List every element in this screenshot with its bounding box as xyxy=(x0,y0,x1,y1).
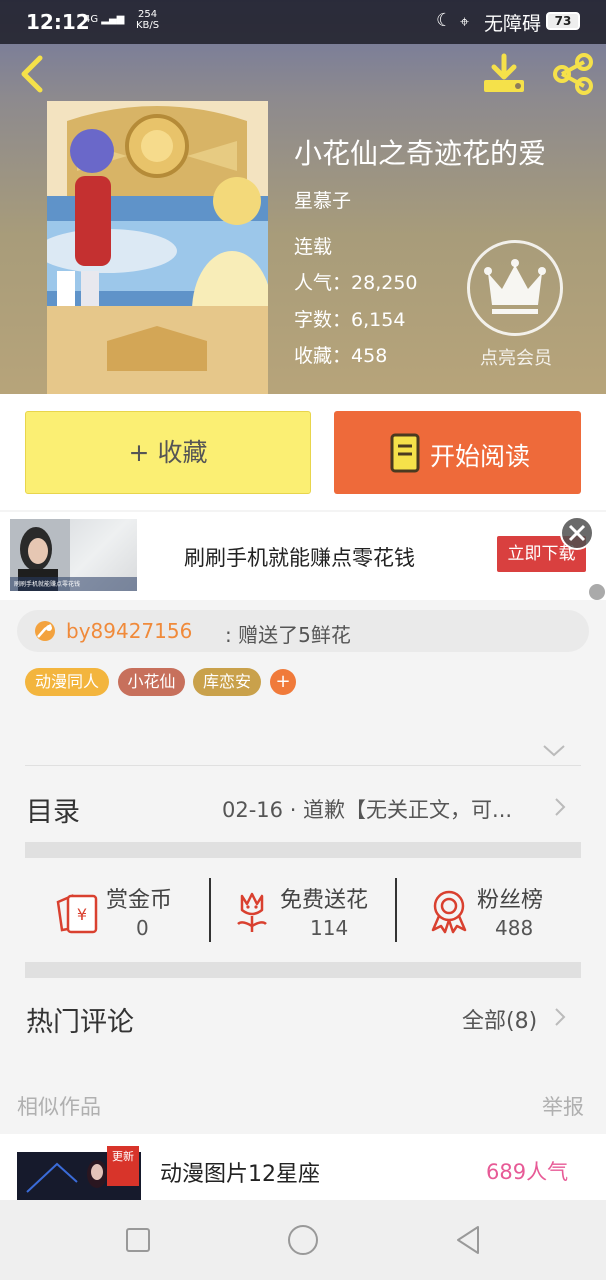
book-title: 小花仙之奇迹花的爱 xyxy=(294,137,547,170)
gift-message: : 赠送了5鲜花 xyxy=(225,623,351,647)
download-button[interactable] xyxy=(480,52,528,96)
free-flowers-value: 114 xyxy=(310,916,349,940)
update-badge: 更新 xyxy=(107,1146,139,1186)
reward-coins-label: 赏金币 xyxy=(106,888,173,913)
gift-username[interactable]: by89427156 xyxy=(66,619,192,643)
stat-value: 458 xyxy=(351,345,388,367)
stat-key: 字数： xyxy=(294,309,352,331)
fan-ranking-label: 粉丝榜 xyxy=(477,888,544,913)
fan-ranking[interactable]: 粉丝榜 488 xyxy=(425,880,575,944)
gift-notice: by89427156 : 赠送了5鲜花 xyxy=(17,610,589,652)
battery-icon: 73 xyxy=(546,12,580,30)
toc-latest-chapter[interactable]: 02-16 · 道歉【无关正文，可... xyxy=(222,794,512,824)
triangle-back-icon xyxy=(457,1226,479,1254)
close-icon xyxy=(568,524,586,542)
toc-label[interactable]: 目录 xyxy=(26,790,80,829)
tag-anime-fanfic[interactable]: 动漫同人 xyxy=(25,668,109,696)
comments-chevron[interactable] xyxy=(550,1005,570,1029)
reward-coins-value: 0 xyxy=(136,916,149,940)
stat-word-count: 字数：6,154 xyxy=(294,305,405,332)
start-reading-label: 开始阅读 xyxy=(430,442,531,471)
download-icon xyxy=(484,53,524,92)
hot-comments-title: 热门评论 xyxy=(26,1007,134,1038)
network-type: 4G xyxy=(84,14,99,25)
expand-chevron[interactable] xyxy=(540,738,568,762)
stat-favorites: 收藏：458 xyxy=(294,341,387,368)
start-reading-button[interactable]: 开始阅读 xyxy=(334,411,581,494)
ad-thumbnail-caption: 刷刷手机就能赚点零花钱 xyxy=(14,581,81,588)
location-icon: ⌖ xyxy=(460,12,470,31)
red-envelope-icon: ¥ xyxy=(56,894,98,934)
speed-value: 254 xyxy=(138,9,158,20)
stat-divider xyxy=(395,878,397,942)
ad-banner[interactable]: 刷刷手机就能赚点零花钱 刷刷手机就能赚点零花钱 立即下载 xyxy=(0,512,606,600)
square-icon xyxy=(126,1228,150,1252)
stat-divider xyxy=(209,878,211,942)
share-button[interactable] xyxy=(550,52,596,96)
flower-icon xyxy=(237,892,267,932)
book-cover[interactable] xyxy=(47,101,268,394)
medal-icon xyxy=(431,890,467,934)
stat-key: 人气： xyxy=(294,272,352,294)
similar-work-popularity: 689人气 xyxy=(486,1160,569,1184)
speed-unit: KB/S xyxy=(136,20,160,31)
similar-work-name: 动漫图片12星座 xyxy=(160,1162,320,1187)
signal-icon: 4G ▂▄▆ xyxy=(84,14,125,25)
ad-thumbnail[interactable]: 刷刷手机就能赚点零花钱 xyxy=(10,519,137,591)
tag-xiaohuaxian[interactable]: 小花仙 xyxy=(118,668,185,696)
cover-illustration xyxy=(47,101,268,394)
ad-info-icon[interactable] xyxy=(589,584,605,600)
stat-key: 收藏： xyxy=(294,345,352,367)
chevron-right-icon xyxy=(555,1008,566,1026)
stat-popularity: 人气：28,250 xyxy=(294,268,418,295)
stat-value: 6,154 xyxy=(351,309,406,331)
free-flowers[interactable]: 免费送花 114 xyxy=(230,880,390,944)
moon-icon: ☾ xyxy=(436,10,453,31)
report-link[interactable]: 举报 xyxy=(542,1091,584,1121)
vip-button[interactable] xyxy=(467,240,563,336)
back-nav-button[interactable] xyxy=(450,1222,486,1258)
system-nav-bar xyxy=(0,1200,606,1280)
divider xyxy=(25,765,581,766)
add-tag-button[interactable]: + xyxy=(270,669,296,695)
back-button[interactable] xyxy=(14,52,54,96)
free-flowers-label: 免费送花 xyxy=(280,888,369,913)
section-divider xyxy=(25,962,581,978)
book-header: 12:12 4G ▂▄▆ 254 KB/S ☾ ⌖ 无障碍 73 小花仙之奇迹花… xyxy=(0,0,606,394)
network-speed: 254 KB/S xyxy=(136,9,159,31)
recents-button[interactable] xyxy=(120,1222,156,1258)
book-author[interactable]: 星慕子 xyxy=(294,186,351,213)
toc-chevron[interactable] xyxy=(550,795,570,819)
circle-icon xyxy=(288,1225,318,1255)
action-bar: + 收藏 开始阅读 xyxy=(0,394,606,510)
tag-kulianan[interactable]: 库恋安 xyxy=(193,668,261,696)
svg-text:¥: ¥ xyxy=(77,905,87,924)
book-status: 连载 xyxy=(294,236,333,258)
accessibility-label: 无障碍 xyxy=(484,13,542,35)
share-icon xyxy=(553,53,593,95)
vip-label[interactable]: 点亮会员 xyxy=(464,344,568,370)
flower-icon xyxy=(35,621,55,641)
fan-ranking-value: 488 xyxy=(495,916,534,940)
book-icon xyxy=(390,433,420,473)
chevron-right-icon xyxy=(555,798,566,816)
chevron-down-icon xyxy=(543,745,565,757)
status-time: 12:12 xyxy=(26,10,90,34)
stat-value: 28,250 xyxy=(351,272,418,294)
similar-works-title: 相似作品 xyxy=(17,1095,101,1119)
section-divider xyxy=(25,842,581,858)
status-bar: 12:12 4G ▂▄▆ 254 KB/S ☾ ⌖ 无障碍 73 xyxy=(0,0,606,44)
back-icon xyxy=(21,55,43,93)
ad-close-button[interactable] xyxy=(560,516,594,550)
home-button[interactable] xyxy=(285,1222,321,1258)
crown-icon xyxy=(484,259,546,314)
all-comments-link[interactable]: 全部(8) xyxy=(462,1003,537,1035)
reward-coins[interactable]: ¥ 赏金币 0 xyxy=(50,880,200,944)
collect-button[interactable]: + 收藏 xyxy=(25,411,311,494)
similar-work-item[interactable]: 更新 动漫图片12星座 689人气 xyxy=(0,1134,606,1200)
ad-text: 刷刷手机就能赚点零花钱 xyxy=(184,546,415,570)
